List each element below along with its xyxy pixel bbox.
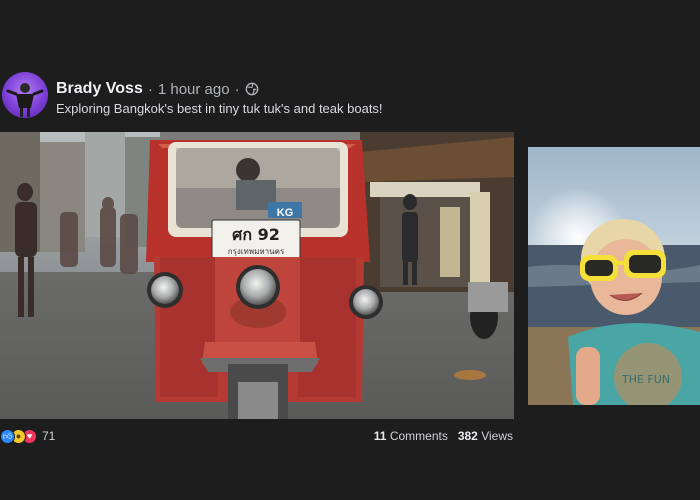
- meta-separator: ·: [147, 80, 153, 98]
- views-count: 382 Views: [458, 429, 513, 443]
- plate-top-text: ศก 92: [232, 225, 280, 244]
- reactions-bar[interactable]: 👍︎ ● ♥ 71: [0, 428, 55, 444]
- post-header: Brady Voss · 1 hour ago · Exploring Bang…: [0, 70, 700, 125]
- reaction-count[interactable]: 71: [42, 429, 55, 443]
- shirt-text: THE FUN: [621, 373, 670, 386]
- comments-number: 11: [373, 429, 387, 443]
- tuktuk-sign: KG: [277, 207, 294, 219]
- post-caption: Exploring Bangkok's best in tiny tuk tuk…: [56, 101, 383, 116]
- meta-separator: ·: [234, 80, 240, 98]
- post-photo-main[interactable]: KG ศก 92 กรุงเทพมหานคร: [0, 132, 514, 419]
- author-line: Brady Voss · 1 hour ago ·: [56, 79, 259, 99]
- reaction-icons[interactable]: 👍︎ ● ♥: [0, 428, 37, 444]
- author-name[interactable]: Brady Voss: [56, 80, 143, 98]
- post-photo-secondary[interactable]: THE FUN: [528, 147, 700, 405]
- plate-bottom-text: กรุงเทพมหานคร: [228, 247, 285, 256]
- views-number: 382: [457, 429, 478, 443]
- globe-icon[interactable]: [245, 82, 259, 96]
- post-timestamp[interactable]: 1 hour ago: [158, 81, 230, 98]
- comments-label: Comments: [389, 429, 448, 443]
- views-label: Views: [481, 429, 513, 443]
- comments-count[interactable]: 11 Comments: [374, 429, 448, 443]
- post-stats: 11 Comments 382 Views: [374, 429, 513, 443]
- avatar[interactable]: [2, 72, 48, 118]
- like-icon: 👍︎: [0, 428, 15, 444]
